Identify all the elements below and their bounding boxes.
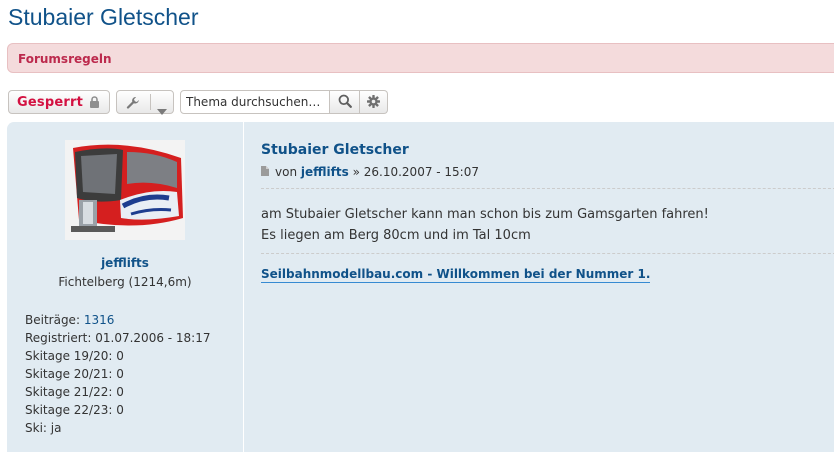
profile-field: Beiträge: 1316 (25, 311, 211, 329)
post-date: 26.10.2007 - 15:07 (363, 165, 479, 179)
signature-link[interactable]: Seilbahnmodellbau.com - Willkommen bei d… (261, 267, 651, 283)
wrench-icon (126, 95, 140, 114)
advanced-search-button[interactable] (360, 90, 388, 114)
gear-icon (367, 93, 380, 112)
field-label: Registriert: (25, 331, 92, 345)
signature-divider (261, 253, 834, 254)
meta-divider (261, 188, 834, 189)
profile-field: Skitage 19/20: 0 (25, 347, 211, 365)
post: jefflifts Fichtelberg (1214,6m) Beiträge… (7, 122, 834, 452)
profile-field: Skitage 22/23: 0 (25, 401, 211, 419)
field-value: ja (50, 421, 62, 435)
topic-tools-button[interactable] (116, 90, 174, 115)
field-value: 0 (116, 349, 124, 363)
field-value: 01.07.2006 - 18:17 (95, 331, 211, 345)
field-label: Ski: (25, 421, 47, 435)
field-value: 0 (116, 367, 124, 381)
profile-field: Skitage 21/22: 0 (25, 383, 211, 401)
profile-field: Registriert: 01.07.2006 - 18:17 (25, 329, 211, 347)
profile-fields: Beiträge: 1316 Registriert: 01.07.2006 -… (25, 311, 211, 437)
field-value: 0 (116, 403, 124, 417)
locked-button[interactable]: Gesperrt (8, 90, 110, 114)
field-label: Skitage 21/22: (25, 385, 113, 399)
field-label: Beiträge: (25, 313, 80, 327)
topic-search (180, 90, 388, 114)
forum-rules-box: Forumsregeln (7, 43, 834, 73)
topic-title[interactable]: Stubaier Gletscher (8, 4, 198, 31)
username-link[interactable]: jefflifts (7, 256, 243, 270)
search-button[interactable] (330, 90, 360, 114)
posts-count-link[interactable]: 1316 (84, 313, 115, 327)
profile-field: Ski: ja (25, 419, 211, 437)
meta-prefix: von (275, 165, 298, 179)
content-line: Es liegen am Berg 80cm und im Tal 10cm (261, 228, 531, 243)
lock-icon (89, 93, 100, 112)
chevron-down-icon[interactable] (157, 100, 167, 119)
field-label: Skitage 19/20: (25, 349, 113, 363)
post-title-link[interactable]: Stubaier Gletscher (261, 142, 409, 158)
button-separator (150, 94, 151, 110)
search-input[interactable] (180, 90, 330, 114)
meta-separator: » (352, 165, 360, 179)
post-profile: jefflifts Fichtelberg (1214,6m) Beiträge… (7, 122, 244, 452)
post-icon[interactable] (261, 165, 269, 179)
avatar[interactable] (65, 140, 185, 240)
post-content: am Stubaier Gletscher kann man schon bis… (261, 204, 709, 246)
forum-rules-link[interactable]: Forumsregeln (18, 52, 112, 66)
search-icon (338, 93, 352, 112)
field-label: Skitage 22/23: (25, 403, 113, 417)
field-value: 0 (116, 385, 124, 399)
locked-label: Gesperrt (17, 94, 83, 110)
user-location: Fichtelberg (1214,6m) (58, 275, 192, 289)
post-meta: von jefflifts » 26.10.2007 - 15:07 (261, 165, 479, 179)
content-line: am Stubaier Gletscher kann man schon bis… (261, 207, 709, 222)
field-label: Skitage 20/21: (25, 367, 113, 381)
profile-field: Skitage 20/21: 0 (25, 365, 211, 383)
post-author-link[interactable]: jefflifts (301, 165, 349, 179)
